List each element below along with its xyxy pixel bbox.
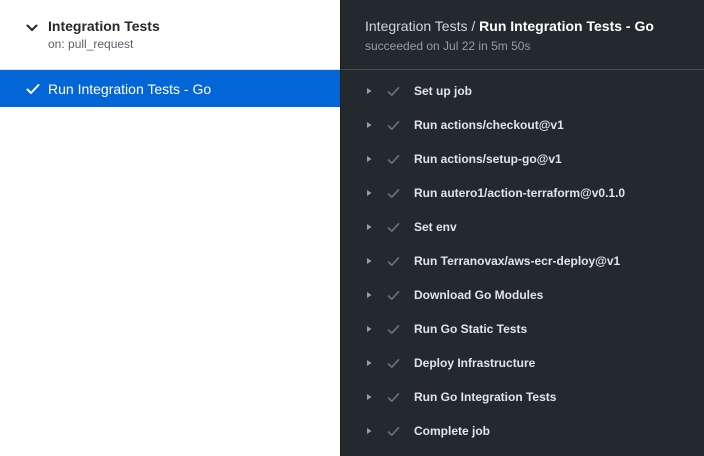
step-row[interactable]: Download Go Modules xyxy=(341,278,704,312)
workflow-trigger: on: pull_request xyxy=(48,37,134,51)
caret-right-icon[interactable] xyxy=(365,87,373,95)
step-label: Run Terranovax/aws-ecr-deploy@v1 xyxy=(414,254,621,268)
step-row[interactable]: Run actions/setup-go@v1 xyxy=(341,142,704,176)
breadcrumb: Integration Tests / Run Integration Test… xyxy=(365,18,704,35)
step-row[interactable]: Deploy Infrastructure xyxy=(341,346,704,380)
workflow-header[interactable]: Integration Tests on: pull_request xyxy=(0,0,340,70)
step-label: Deploy Infrastructure xyxy=(414,356,536,370)
breadcrumb-workflow[interactable]: Integration Tests xyxy=(365,18,467,34)
caret-right-icon[interactable] xyxy=(365,257,373,265)
workflow-info: Integration Tests on: pull_request xyxy=(48,17,160,52)
chevron-down-icon[interactable] xyxy=(24,20,40,36)
step-row[interactable]: Run autero1/action-terraform@v0.1.0 xyxy=(341,176,704,210)
caret-right-icon[interactable] xyxy=(365,121,373,129)
job-item-run-integration-tests-go[interactable]: Run Integration Tests - Go xyxy=(0,70,340,107)
steps-list: Set up job Run actions/checkout@v1 Run act… xyxy=(341,70,704,448)
step-row[interactable]: Set env xyxy=(341,210,704,244)
job-status-text: succeeded on Jul 22 in 5m 50s xyxy=(365,39,531,53)
step-row[interactable]: Run Go Integration Tests xyxy=(341,380,704,414)
check-icon xyxy=(387,290,400,300)
step-label: Set up job xyxy=(414,84,472,98)
caret-right-icon[interactable] xyxy=(365,325,373,333)
check-icon xyxy=(26,83,40,94)
step-row[interactable]: Run actions/checkout@v1 xyxy=(341,108,704,142)
step-label: Download Go Modules xyxy=(414,288,544,302)
check-icon xyxy=(387,256,400,266)
step-label: Run Go Integration Tests xyxy=(414,390,557,404)
job-header: Integration Tests / Run Integration Test… xyxy=(341,0,704,70)
job-log-panel: Integration Tests / Run Integration Test… xyxy=(340,0,704,456)
caret-right-icon[interactable] xyxy=(365,427,373,435)
check-icon xyxy=(387,426,400,436)
workflow-title: Integration Tests xyxy=(48,18,160,34)
step-label: Run Go Static Tests xyxy=(414,322,528,336)
check-icon xyxy=(387,154,400,164)
step-row[interactable]: Run Go Static Tests xyxy=(341,312,704,346)
step-label: Complete job xyxy=(414,424,491,438)
caret-right-icon[interactable] xyxy=(365,155,373,163)
check-icon xyxy=(387,358,400,368)
caret-right-icon[interactable] xyxy=(365,189,373,197)
check-icon xyxy=(387,188,400,198)
check-icon xyxy=(387,86,400,96)
caret-right-icon[interactable] xyxy=(365,291,373,299)
job-label: Run Integration Tests - Go xyxy=(48,80,212,97)
check-icon xyxy=(387,222,400,232)
caret-right-icon[interactable] xyxy=(365,223,373,231)
caret-right-icon[interactable] xyxy=(365,393,373,401)
breadcrumb-separator: / xyxy=(471,18,476,34)
step-label: Run actions/checkout@v1 xyxy=(414,118,564,132)
step-label: Run autero1/action-terraform@v0.1.0 xyxy=(414,186,626,200)
check-icon xyxy=(387,120,400,130)
check-icon xyxy=(387,392,400,402)
breadcrumb-job: Run Integration Tests - Go xyxy=(479,18,654,34)
step-row[interactable]: Set up job xyxy=(341,74,704,108)
caret-right-icon[interactable] xyxy=(365,359,373,367)
workflow-sidebar: Integration Tests on: pull_request Run I… xyxy=(0,0,340,456)
step-label: Set env xyxy=(414,220,457,234)
step-row[interactable]: Run Terranovax/aws-ecr-deploy@v1 xyxy=(341,244,704,278)
step-row[interactable]: Complete job xyxy=(341,414,704,448)
check-icon xyxy=(387,324,400,334)
step-label: Run actions/setup-go@v1 xyxy=(414,152,562,166)
